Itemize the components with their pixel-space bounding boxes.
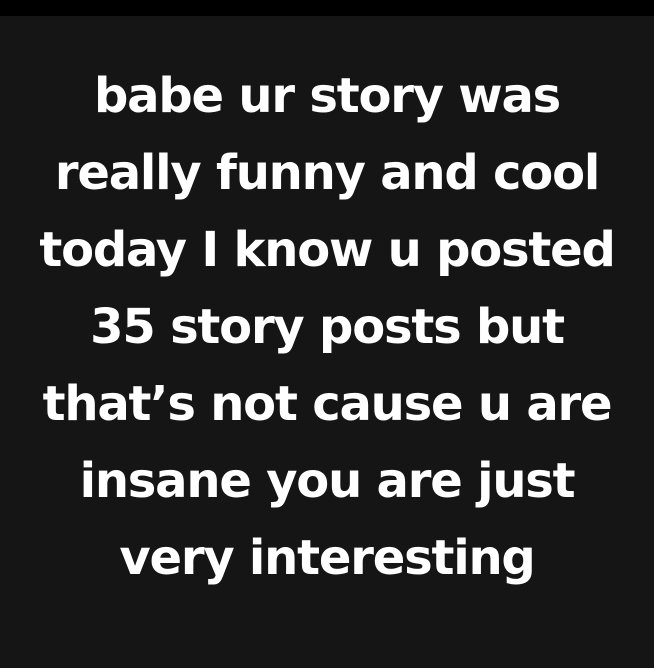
meme-text-line-6: insane you are just	[79, 453, 576, 509]
meme-image: babe ur story was really funny and cool …	[0, 0, 654, 668]
meme-text-line-4: 35 story posts but	[90, 299, 565, 355]
meme-text-line-7: very interesting	[119, 530, 535, 586]
meme-text-line-5: that’s not cause u are	[42, 376, 613, 432]
meme-text-line-1: babe ur story was	[94, 68, 561, 124]
meme-text: babe ur story was really funny and cool …	[0, 58, 654, 597]
top-black-band	[0, 0, 654, 16]
meme-text-line-3: today I know u posted	[39, 222, 616, 278]
meme-text-line-2: really funny and cool	[54, 145, 600, 201]
